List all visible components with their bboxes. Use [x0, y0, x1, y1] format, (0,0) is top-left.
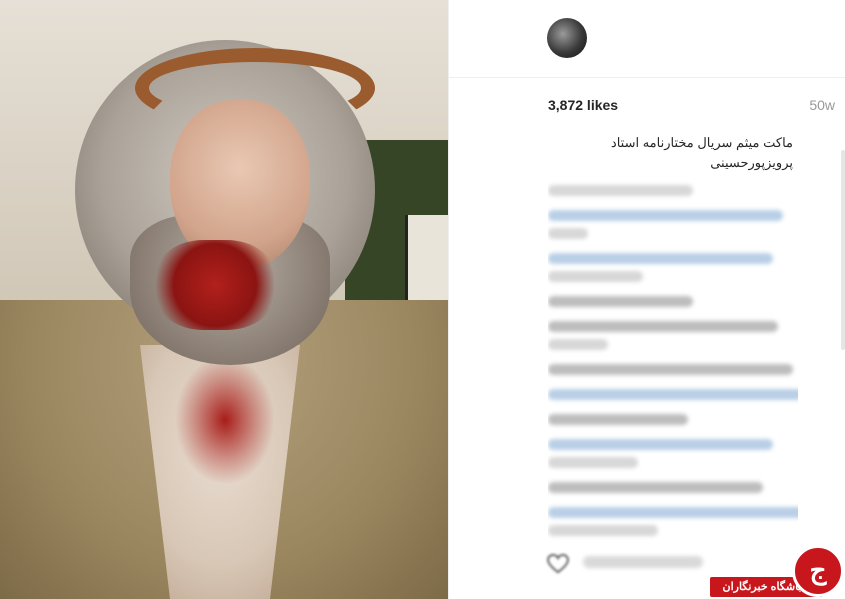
comment-blurred: [548, 321, 778, 332]
comment-blurred: [548, 439, 773, 450]
comment-blurred: [548, 228, 588, 239]
comment-blurred: [548, 457, 638, 468]
post-header: [449, 0, 845, 78]
brand-logo-icon: ج: [792, 545, 844, 597]
profile-avatar[interactable]: [547, 18, 587, 58]
brand-watermark: باشگاه خبرنگاران ج: [710, 545, 845, 599]
post-age[interactable]: 50w: [809, 97, 835, 113]
post-caption: ماکت میثم سریال مختارنامه استاد پرویزپور…: [548, 133, 793, 173]
heart-icon[interactable]: [547, 554, 569, 574]
comments-list: [548, 178, 798, 540]
comment-blurred: [548, 389, 798, 400]
caption-line-1: ماکت میثم سریال مختارنامه استاد: [610, 135, 793, 150]
comment-blurred: [548, 414, 688, 425]
brand-glyph: ج: [809, 555, 827, 585]
comment-blurred: [548, 525, 658, 536]
comment-blurred: [548, 339, 608, 350]
comments-scrollbar[interactable]: [841, 150, 845, 350]
post-side-panel: 3,872 likes 50w ماکت میثم سریال مختارنام…: [448, 0, 845, 599]
photo-blood: [155, 240, 275, 330]
add-comment-input[interactable]: [583, 556, 703, 568]
load-more-comments[interactable]: [548, 185, 693, 196]
comment-blurred: [548, 507, 798, 518]
photo-crown: [135, 48, 375, 128]
comment-blurred: [548, 271, 643, 282]
comment-blurred: [548, 482, 763, 493]
comment-blurred: [548, 364, 793, 375]
photo-wound: [175, 355, 275, 485]
comment-blurred: [548, 253, 773, 264]
post-photo[interactable]: [0, 0, 448, 599]
comment-blurred: [548, 210, 783, 221]
comment-blurred: [548, 296, 693, 307]
comment-composer: [547, 552, 707, 576]
likes-count[interactable]: 3,872 likes: [548, 97, 618, 113]
caption-line-2: پرویزپورحسینی: [710, 155, 793, 170]
